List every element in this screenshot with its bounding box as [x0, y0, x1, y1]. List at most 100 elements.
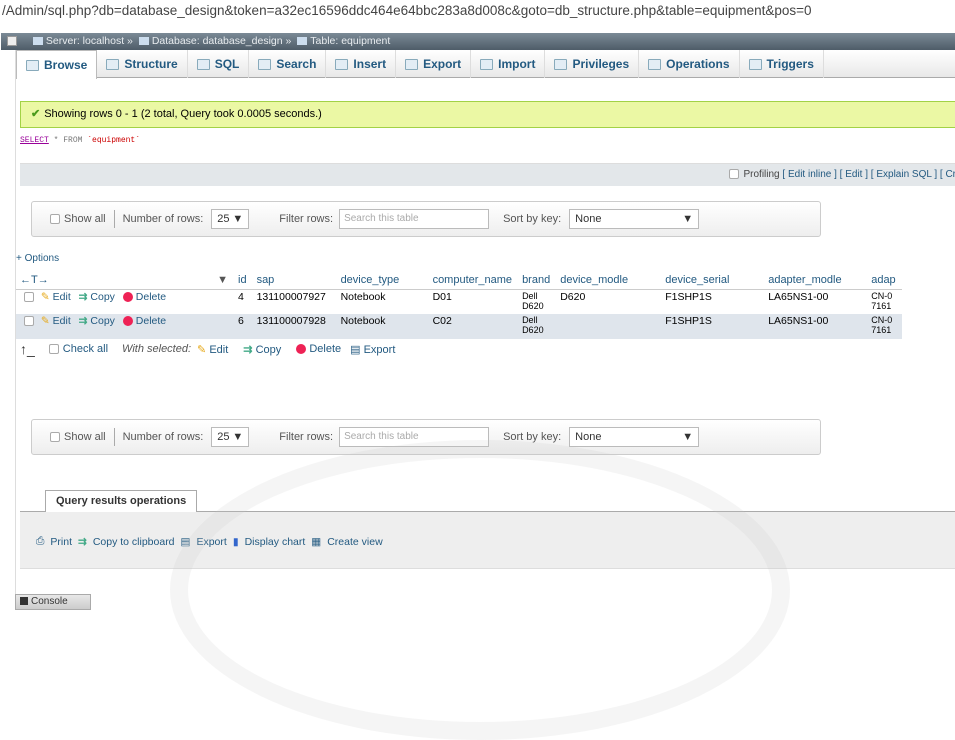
column-header-device-serial[interactable]: device_serial	[661, 271, 765, 290]
collapse-icon[interactable]	[7, 36, 17, 47]
header-row: ←T→ ▼ id sap device_type computer_name br…	[16, 271, 902, 290]
profiling-links[interactable]: [ Edit inline ] [ Edit ] [ Explain SQL ]…	[782, 169, 955, 180]
column-header-adapter-modle[interactable]: adapter_modle	[764, 271, 868, 290]
database-icon	[138, 37, 149, 46]
cell-adap[interactable]: CN-0 7161	[867, 289, 902, 314]
filter-input[interactable]: Search this table	[339, 427, 490, 447]
cell-device-modle[interactable]	[556, 314, 662, 339]
bulk-edit-button[interactable]: ✎ Edit	[197, 343, 228, 356]
cell-adapter-modle[interactable]: LA65NS1-00	[764, 289, 868, 314]
bulk-export-button[interactable]: ▤ Export	[350, 343, 395, 356]
bulk-delete-button[interactable]: Delete	[296, 343, 341, 355]
adap-line: CN-0	[871, 315, 893, 325]
export-link[interactable]: Export	[196, 536, 226, 548]
column-header-brand[interactable]: brand	[518, 271, 557, 290]
display-chart-link[interactable]: Display chart	[245, 536, 306, 548]
row-checkbox[interactable]	[24, 316, 34, 327]
cell-device-type[interactable]: Notebook	[336, 289, 429, 314]
filter-input[interactable]: Search this table	[339, 209, 490, 229]
privileges-icon	[554, 58, 568, 70]
cell-id[interactable]: 6	[234, 314, 253, 339]
console-button[interactable]: Console	[15, 594, 91, 610]
brand-line: Dell	[522, 290, 538, 301]
column-header-device-modle[interactable]: device_modle	[556, 271, 662, 290]
column-arrows-header[interactable]: ←T→ ▼	[16, 271, 234, 290]
options-toggle[interactable]: + Options	[16, 253, 59, 264]
breadcrumb-server[interactable]: Server: localhost	[46, 35, 124, 47]
sort-arrow-icon[interactable]: ▼	[217, 274, 228, 286]
column-header-computer-name[interactable]: computer_name	[428, 271, 519, 290]
cell-computer-name[interactable]: D01	[428, 289, 519, 314]
column-header-id[interactable]: id	[234, 271, 253, 290]
print-link[interactable]: Print	[50, 536, 72, 548]
tab-bar: Browse Structure SQL Search Insert Expor…	[16, 50, 955, 79]
copy-icon: ⇉	[243, 343, 253, 356]
tab-import[interactable]: Import	[471, 50, 546, 78]
cell-adapter-modle[interactable]: LA65NS1-00	[764, 314, 868, 339]
check-all-checkbox[interactable]	[48, 344, 59, 354]
bulk-export-label: Export	[363, 343, 396, 356]
copy-button[interactable]: ⇉ Copy	[79, 315, 115, 327]
cell-device-serial[interactable]: F1SHP1S	[661, 314, 765, 339]
profiling-checkbox[interactable]	[729, 169, 740, 180]
cell-brand[interactable]: Dell D620	[518, 314, 557, 339]
cell-device-type[interactable]: Notebook	[336, 314, 429, 339]
tab-browse[interactable]: Browse	[16, 50, 98, 79]
column-header-device-type[interactable]: device_type	[336, 271, 429, 290]
tab-label: SQL	[214, 56, 240, 71]
tab-operations[interactable]: Operations	[639, 50, 740, 78]
column-header-sap[interactable]: sap	[252, 271, 337, 290]
tab-export[interactable]: Export	[396, 50, 472, 78]
tab-label: Export	[423, 56, 462, 71]
edit-button[interactable]: ✎ Edit	[41, 315, 71, 327]
check-all-label[interactable]: Check all	[63, 343, 108, 355]
adap-line: 7161	[871, 300, 892, 311]
delete-button[interactable]: Delete	[122, 315, 166, 327]
show-all-checkbox[interactable]	[50, 214, 60, 224]
sql-keyword[interactable]: SELECT	[20, 136, 49, 145]
show-all-checkbox[interactable]	[50, 432, 60, 442]
with-selected-label: With selected:	[122, 343, 192, 355]
delete-button[interactable]: Delete	[122, 290, 167, 303]
structure-icon	[106, 58, 120, 70]
copy-button[interactable]: ⇉ Copy	[79, 291, 115, 303]
cell-device-modle[interactable]: D620	[556, 289, 662, 314]
breadcrumb-table[interactable]: Table: equipment	[310, 35, 390, 47]
url-bar[interactable]: /Admin/sql.php?db=database_design&token=…	[0, 0, 955, 24]
bulk-copy-button[interactable]: ⇉ Copy	[243, 343, 281, 356]
rows-select[interactable]: 25 ▼	[211, 209, 250, 229]
copy-to-clipboard-link[interactable]: Copy to clipboard	[93, 536, 175, 548]
cell-sap[interactable]: 131100007928	[252, 314, 337, 339]
tab-label: Browse	[44, 57, 88, 72]
tab-insert[interactable]: Insert	[326, 50, 397, 78]
tab-triggers[interactable]: Triggers	[740, 50, 824, 78]
cell-adap[interactable]: CN-0 7161	[867, 314, 902, 339]
brand-line: Dell	[522, 315, 538, 325]
cell-computer-name[interactable]: C02	[428, 314, 519, 339]
delete-label: Delete	[135, 290, 167, 303]
rows-select[interactable]: 25 ▼	[211, 427, 250, 447]
success-message: ✔ Showing rows 0 - 1 (2 total, Query took…	[20, 101, 955, 128]
import-icon	[480, 58, 494, 70]
edit-button[interactable]: ✎ Edit	[41, 291, 71, 303]
column-header-adap[interactable]: adap	[867, 271, 902, 290]
table-row[interactable]: ✎ Edit ⇉ Copy Delete 4 131100007927 Note…	[16, 289, 902, 314]
cell-sap[interactable]: 131100007927	[252, 289, 337, 314]
tab-search[interactable]: Search	[249, 50, 327, 78]
tab-structure[interactable]: Structure	[97, 50, 188, 78]
print-icon: ⎙	[36, 535, 45, 547]
create-view-link[interactable]: Create view	[327, 536, 382, 548]
cell-device-serial[interactable]: F1SHP1S	[661, 289, 765, 314]
tab-privileges[interactable]: Privileges	[545, 50, 640, 78]
console-icon	[20, 597, 28, 606]
sort-select[interactable]: None ▼	[569, 209, 700, 229]
cell-id[interactable]: 4	[234, 289, 253, 314]
tab-sql[interactable]: SQL	[188, 50, 250, 78]
table-row[interactable]: ✎ Edit ⇉ Copy Delete 6 131100007928 Note…	[16, 314, 902, 339]
rows-value: 25	[217, 431, 230, 443]
arrows-icon: ←T→	[20, 273, 49, 286]
row-checkbox[interactable]	[24, 291, 34, 302]
cell-brand[interactable]: Dell D620	[518, 289, 557, 314]
sort-select[interactable]: None ▼	[569, 427, 700, 447]
breadcrumb-database[interactable]: Database: database_design	[152, 35, 283, 47]
